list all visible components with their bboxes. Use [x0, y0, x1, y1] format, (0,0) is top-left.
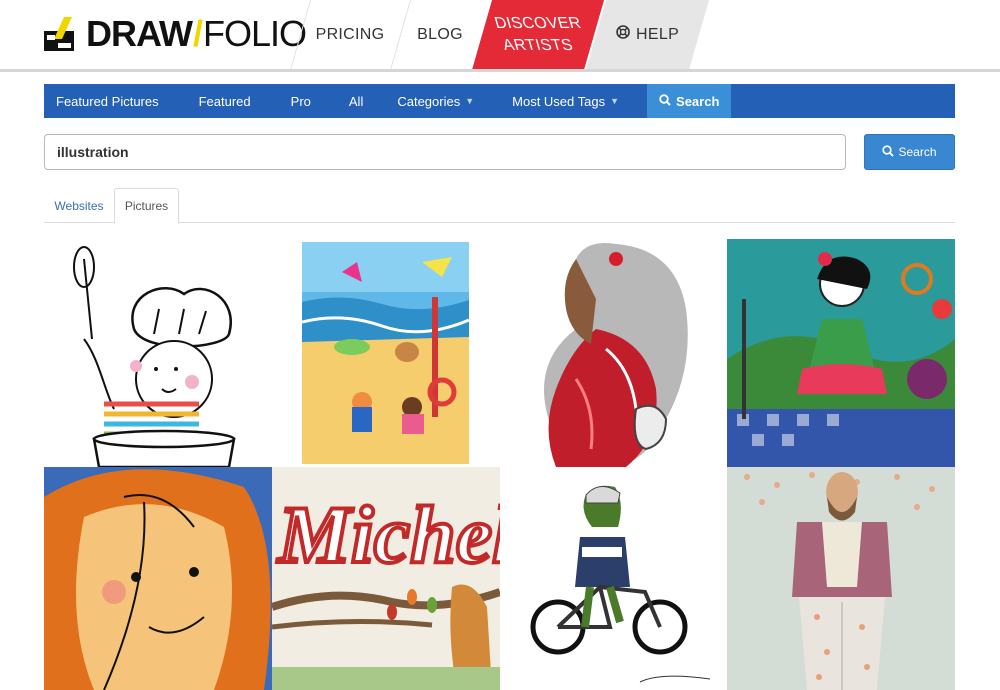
search-button[interactable]: Search: [864, 134, 955, 170]
top-header: DRAW/FOLIO PRICING BLOG DISCOVER ARTISTS: [0, 0, 1000, 70]
nav-categories-dropdown[interactable]: Categories ▼: [397, 84, 474, 118]
nav-help[interactable]: HELP: [585, 0, 710, 70]
nav-all[interactable]: All: [349, 84, 363, 118]
nav-most-used-tags-dropdown[interactable]: Most Used Tags ▼: [512, 84, 619, 118]
gallery-item-face-closeup-illustration[interactable]: [44, 467, 272, 690]
nav-featured[interactable]: Featured: [199, 84, 251, 118]
tab-websites[interactable]: Websites: [44, 188, 114, 223]
nav-featured-pictures[interactable]: Featured Pictures: [56, 84, 159, 118]
gallery-item-wolf-bike-illustration[interactable]: [500, 467, 727, 690]
lettering-text: Michelle: [276, 489, 500, 580]
result-type-tabs: Websites Pictures: [44, 188, 955, 224]
tab-pictures[interactable]: Pictures: [114, 188, 179, 224]
gallery-item-beach-illustration[interactable]: [302, 242, 469, 464]
gallery-item-hair-portrait-illustration[interactable]: [536, 239, 694, 467]
gallery-item-lettering-illustration[interactable]: Michelle: [272, 467, 500, 690]
logo-text: DRAW/FOLIO: [86, 13, 307, 54]
nav-pricing[interactable]: PRICING: [308, 0, 392, 70]
search-icon: [659, 93, 671, 109]
gallery-item-flamenco-illustration[interactable]: [727, 239, 955, 467]
header-divider: [0, 69, 1000, 72]
caret-down-icon: ▼: [465, 96, 475, 106]
nav-pro[interactable]: Pro: [291, 84, 311, 118]
nav-blog[interactable]: BLOG: [404, 0, 476, 70]
gallery-item-fashion-man-illustration[interactable]: [727, 467, 955, 690]
nav-discover-artists[interactable]: DISCOVER ARTISTS: [471, 0, 605, 70]
caret-down-icon: ▼: [610, 96, 620, 106]
lifebuoy-icon: [616, 24, 630, 46]
search-icon: [882, 144, 895, 160]
category-nav-bar: Featured Pictures Featured Pro All Categ…: [44, 84, 955, 118]
drawfolio-logo[interactable]: DRAW/FOLIO: [44, 12, 307, 56]
gallery-item-chef-illustration[interactable]: [44, 239, 272, 467]
logo-mark-icon: [44, 17, 76, 51]
search-input[interactable]: [44, 134, 846, 170]
nav-search[interactable]: Search: [647, 84, 732, 118]
